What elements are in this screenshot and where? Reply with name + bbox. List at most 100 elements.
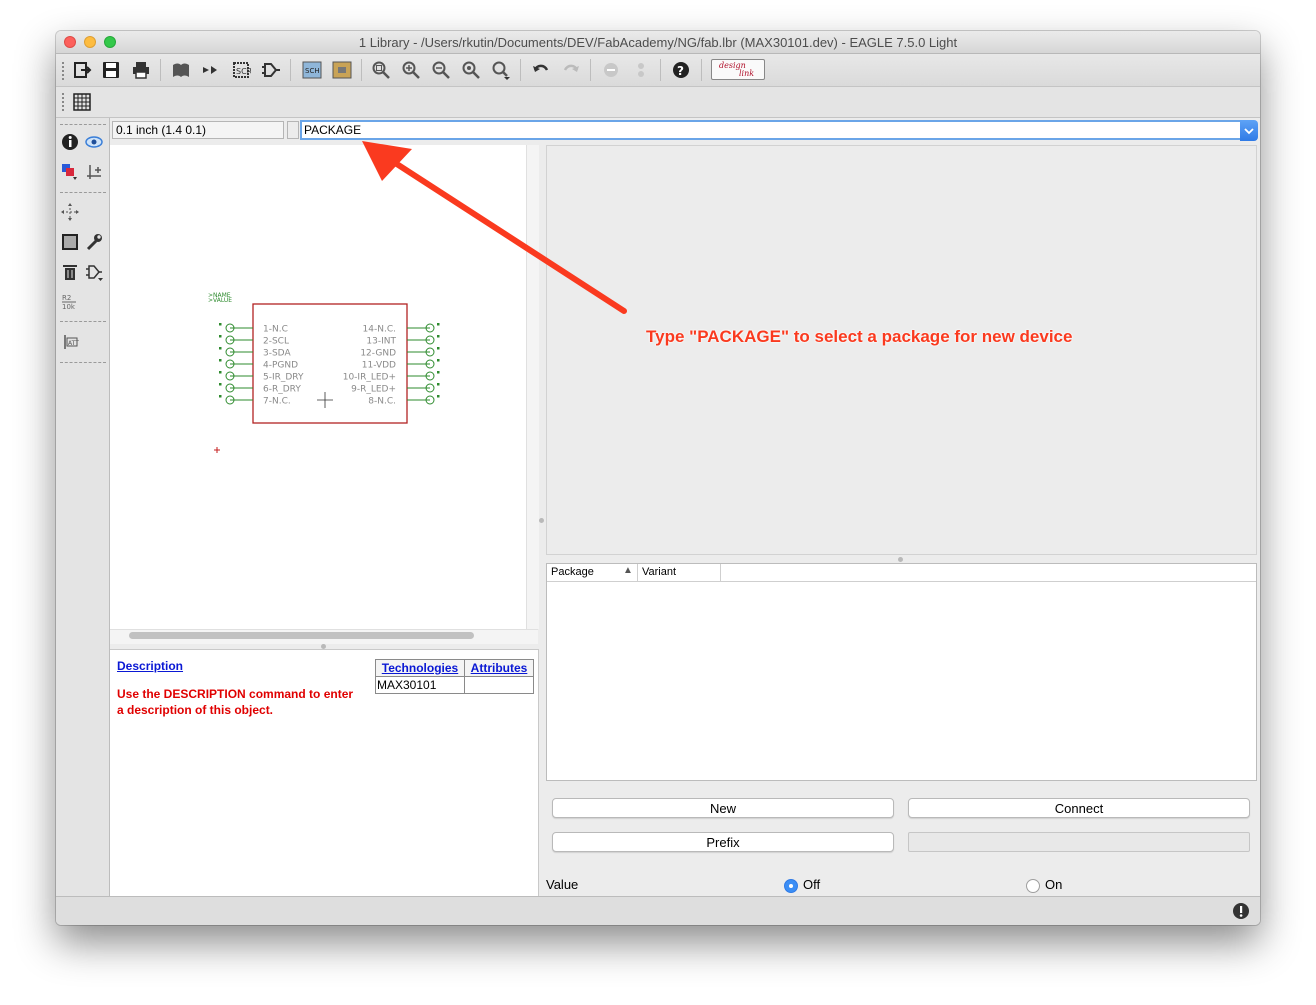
- new-button[interactable]: New: [552, 798, 894, 818]
- name-value-icon[interactable]: R210k: [60, 292, 80, 312]
- connect-button[interactable]: Connect: [908, 798, 1250, 818]
- canvas-horizontal-scrollbar[interactable]: [129, 632, 474, 639]
- alert-icon[interactable]: [1232, 902, 1250, 920]
- ulp-icon[interactable]: [261, 60, 281, 80]
- annotation-text: Type "PACKAGE" to select a package for n…: [646, 327, 1073, 346]
- open-icon[interactable]: [72, 60, 92, 80]
- attributes-header[interactable]: Attributes: [464, 659, 534, 677]
- pin-marker: [437, 323, 440, 326]
- pin-label: 11-VDD: [362, 361, 396, 371]
- designlink-text-link: link: [739, 69, 755, 78]
- attribute-icon[interactable]: ATT: [60, 332, 80, 352]
- canvas-vertical-splitter[interactable]: [526, 145, 539, 629]
- pin-marker: [219, 359, 222, 362]
- zoom-select-icon[interactable]: [491, 60, 511, 80]
- delete-icon[interactable]: [60, 262, 80, 282]
- technologies-header[interactable]: Technologies: [375, 659, 465, 677]
- pin-label: 10-IR_LED+: [343, 373, 396, 383]
- description-link[interactable]: Description: [117, 659, 183, 673]
- zoom-out-icon[interactable]: [431, 60, 451, 80]
- sidebar-divider: [60, 362, 106, 363]
- save-icon[interactable]: [101, 60, 121, 80]
- pin-marker: [219, 395, 222, 398]
- change-icon[interactable]: [84, 232, 104, 252]
- zoom-redraw-icon[interactable]: [461, 60, 481, 80]
- designlink-button[interactable]: design link: [711, 59, 765, 80]
- splitter-handle[interactable]: [539, 518, 544, 523]
- help-icon[interactable]: ?: [671, 60, 691, 80]
- sch-icon[interactable]: SCH: [302, 60, 322, 80]
- toolbar-grip[interactable]: [62, 93, 67, 111]
- symbol-pin-left: 7-N.C.: [219, 395, 291, 407]
- symbol-pin-left: 3-SDA: [219, 347, 291, 359]
- variant-column-header[interactable]: Variant: [642, 566, 676, 578]
- column-divider: [720, 564, 721, 581]
- zoom-in-icon[interactable]: [401, 60, 421, 80]
- symbol-pin-right: 10-IR_LED+: [343, 371, 440, 383]
- pin-marker: [219, 347, 222, 350]
- display-layers-icon[interactable]: [60, 162, 80, 182]
- symbol-pin-left: 6-R_DRY: [219, 383, 301, 395]
- library-icon[interactable]: [171, 60, 191, 80]
- command-sidebar: R2 10k ATT: [56, 118, 110, 896]
- show-icon[interactable]: [84, 132, 104, 152]
- symbol-pin-left: 5-IR_DRY: [219, 371, 304, 383]
- pin-label: 14-N.C.: [363, 325, 396, 335]
- toolbar-separator: [590, 59, 591, 81]
- brd-icon[interactable]: [332, 60, 352, 80]
- command-input[interactable]: [300, 120, 1242, 140]
- mark-icon[interactable]: [84, 162, 104, 182]
- symbol-pin-right: 13-INT: [366, 335, 440, 347]
- value-label: Value: [546, 877, 579, 892]
- symbol-pin-right: 9-R_LED+: [351, 383, 440, 395]
- pin-label: 1-N.C: [263, 325, 288, 335]
- toolbar-separator: [361, 59, 362, 81]
- pin-label: 7-N.C.: [263, 397, 291, 407]
- add-gate-icon[interactable]: [84, 262, 104, 282]
- pin-marker: [437, 395, 440, 398]
- move-icon[interactable]: [60, 202, 80, 222]
- stop-icon[interactable]: [601, 60, 621, 80]
- pin-label: 2-SCL: [263, 337, 289, 347]
- symbol-editor-canvas[interactable]: >NAME >VALUE 1-N.C 2-SCL 3-SDA 4-PGND 5-IR_D…: [110, 145, 526, 629]
- toolbar-separator: [520, 59, 521, 81]
- zoom-fit-icon[interactable]: [371, 60, 391, 80]
- pin-marker: [437, 371, 440, 374]
- symbol-pin-right: 8-N.C.: [368, 395, 440, 407]
- pin-marker: [437, 347, 440, 350]
- prefix-button[interactable]: Prefix: [552, 832, 894, 852]
- package-list-header: Package ▲ Variant: [547, 564, 1256, 582]
- toolbar-separator: [701, 59, 702, 81]
- toolbar-grip[interactable]: [62, 62, 67, 80]
- package-list[interactable]: Package ▲ Variant: [546, 563, 1257, 781]
- toolbar-separator: [660, 59, 661, 81]
- undo-icon[interactable]: [531, 60, 551, 80]
- symbol-pin-left: 4-PGND: [219, 359, 298, 371]
- value-off-radio[interactable]: [784, 879, 798, 893]
- splitter-handle[interactable]: [898, 557, 903, 562]
- grid-icon[interactable]: [72, 92, 92, 112]
- info-icon[interactable]: [60, 132, 80, 152]
- main-toolbar: SCR SCH ? design link: [56, 54, 1260, 87]
- package-preview: [546, 145, 1257, 555]
- pin-marker: [219, 371, 222, 374]
- pin-label: 4-PGND: [263, 361, 298, 371]
- cam-icon[interactable]: [201, 60, 221, 80]
- symbol-pin-right: 11-VDD: [362, 359, 440, 371]
- package-column-header[interactable]: Package: [551, 566, 594, 578]
- sidebar-divider: [60, 192, 106, 193]
- value-on-radio[interactable]: [1026, 879, 1040, 893]
- svg-text:SCR: SCR: [236, 67, 251, 76]
- pin-label: 12-GND: [360, 349, 396, 359]
- print-icon[interactable]: [131, 60, 151, 80]
- command-history-dropdown[interactable]: [1240, 120, 1258, 141]
- left-pin-group: 1-N.C 2-SCL 3-SDA 4-PGND 5-IR_DRY 6-R_DRY 7-N.…: [219, 323, 304, 407]
- status-bar: [56, 896, 1260, 925]
- go-icon[interactable]: [631, 60, 651, 80]
- redo-icon[interactable]: [561, 60, 581, 80]
- group-icon[interactable]: [60, 232, 80, 252]
- pin-marker: [219, 323, 222, 326]
- command-bar-spacer: [287, 121, 299, 139]
- svg-text:R2: R2: [62, 294, 71, 302]
- script-icon[interactable]: SCR: [231, 60, 251, 80]
